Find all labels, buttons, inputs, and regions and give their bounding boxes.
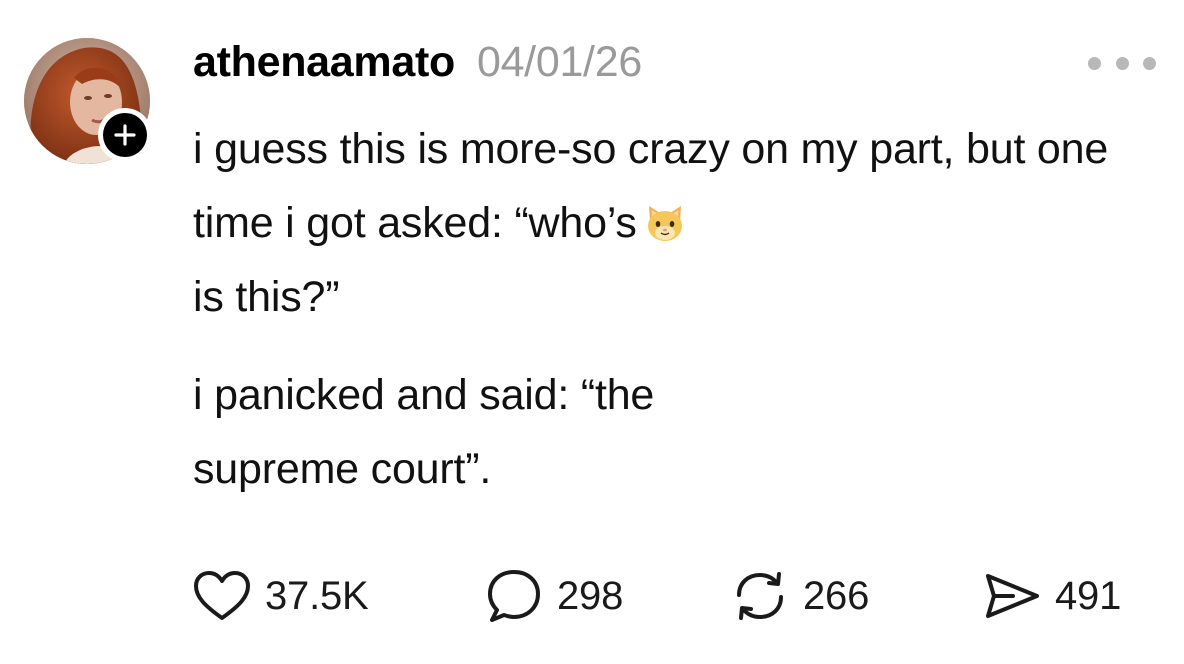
heart-icon: [194, 571, 250, 620]
post-paragraph-2: i panicked and said: “the supreme court”…: [193, 371, 655, 493]
reply-button[interactable]: 298: [485, 566, 623, 626]
username[interactable]: athenaamato: [193, 38, 455, 87]
post-text-part-2: is this?”: [193, 273, 340, 321]
repost-arrows-icon: [737, 572, 783, 620]
share-button[interactable]: 491: [983, 566, 1121, 626]
post-paragraph: i guess this is more-so crazy on my part…: [193, 112, 1153, 260]
ellipsis-icon: [1143, 56, 1156, 70]
share-count: 491: [1055, 573, 1122, 618]
action-bar: 37.5K 298 266 491: [193, 566, 1153, 626]
repost-button[interactable]: 266: [731, 566, 869, 626]
post-body: i guess this is more-so crazy on my part…: [193, 112, 1153, 506]
plus-icon: [103, 113, 147, 157]
like-count: 37.5K: [265, 573, 369, 618]
follow-button[interactable]: [98, 108, 152, 162]
post-paragraph-continued: is this?”: [193, 260, 1153, 334]
speech-bubble-icon: [488, 570, 540, 622]
paper-plane-icon: [986, 574, 1039, 618]
ellipsis-icon: [1115, 56, 1129, 70]
more-options-button[interactable]: [1088, 48, 1156, 78]
repost-count: 266: [803, 573, 870, 618]
post-header: athenaamato 04/01/26: [193, 38, 642, 94]
like-button[interactable]: 37.5K: [193, 566, 369, 626]
post-date: 04/01/26: [476, 38, 642, 86]
avatar-container[interactable]: [24, 38, 154, 168]
reply-count: 298: [557, 573, 624, 618]
cat-face-emoji: [643, 194, 687, 241]
ellipsis-icon: [1088, 56, 1101, 70]
